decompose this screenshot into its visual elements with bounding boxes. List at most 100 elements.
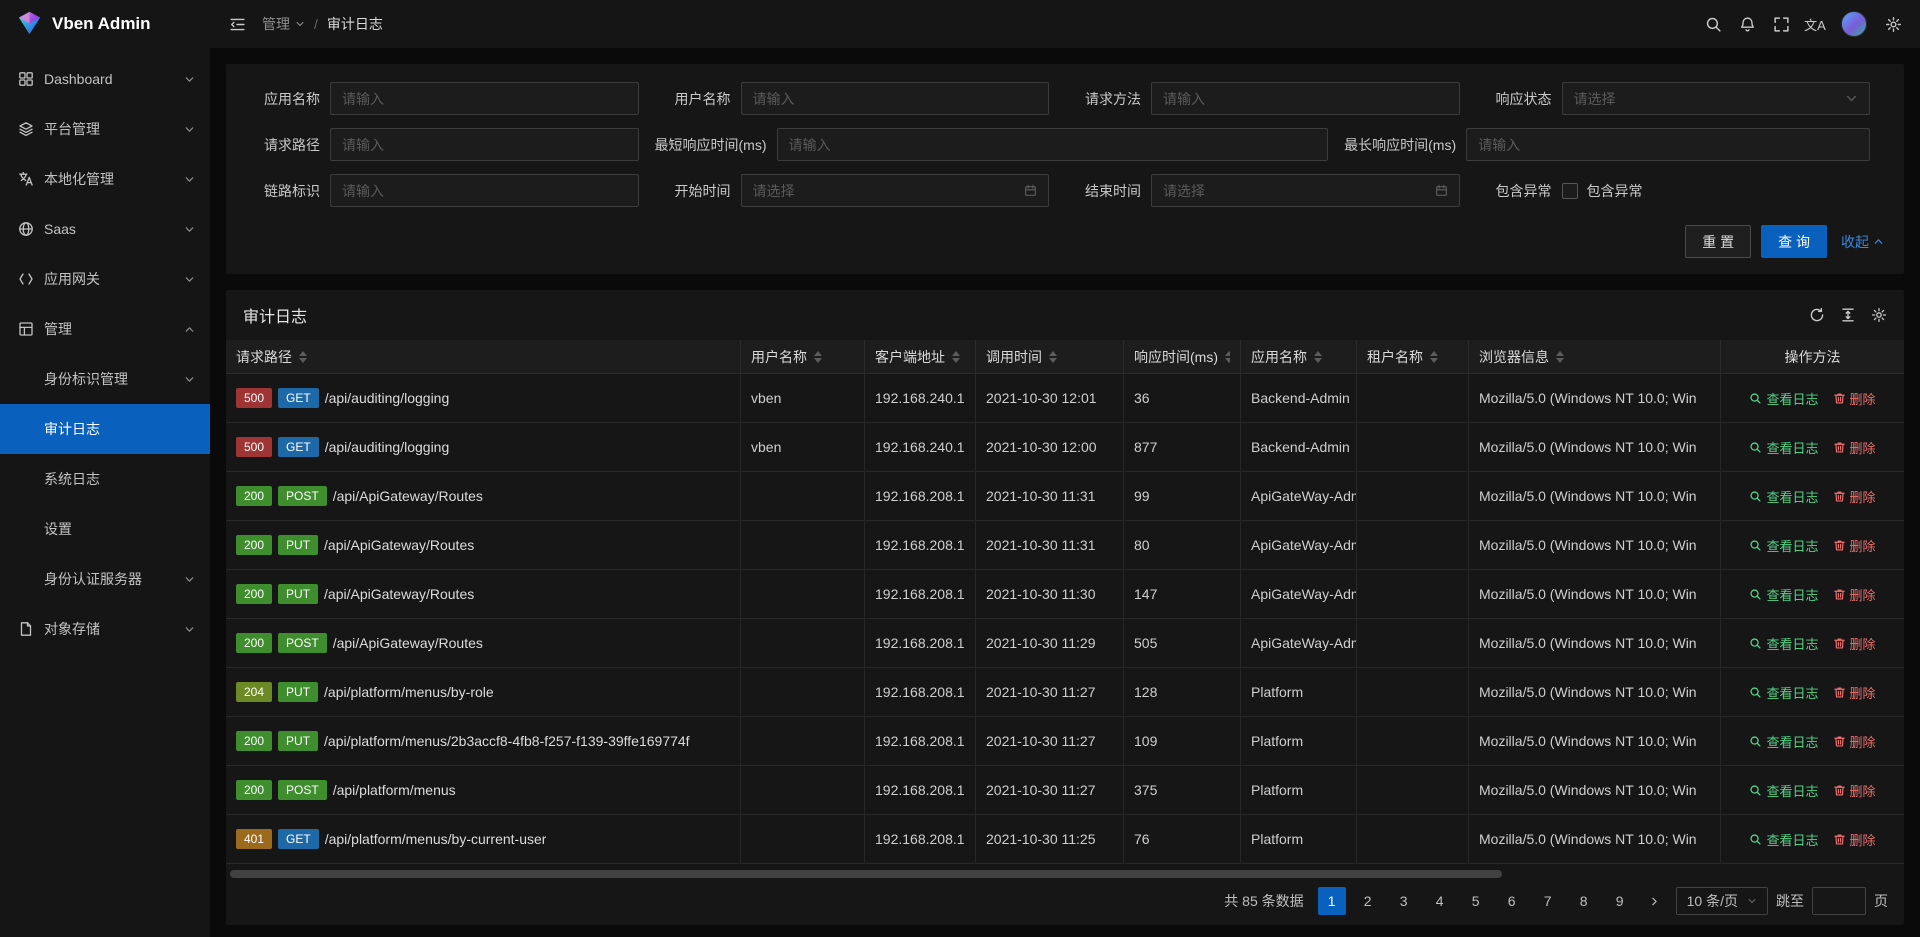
user-name-input[interactable] (753, 91, 1038, 107)
view-log-button[interactable]: 查看日志 (1749, 585, 1818, 604)
column-header[interactable]: 应用名称 (1241, 340, 1357, 374)
delete-button[interactable]: 删除 (1833, 732, 1876, 751)
sidebar-item-auth-server[interactable]: 身份认证服务器 (0, 554, 210, 604)
sidebar-item-audit-log[interactable]: 审计日志 (0, 404, 210, 454)
column-settings-icon[interactable] (1871, 307, 1887, 323)
view-log-button[interactable]: 查看日志 (1749, 487, 1818, 506)
delete-button[interactable]: 删除 (1833, 389, 1876, 408)
column-header[interactable]: 浏览器信息 (1469, 340, 1721, 374)
table-row[interactable]: 200POST/api/ApiGateway/Routes192.168.208… (226, 619, 1904, 668)
sidebar-item-management[interactable]: 管理 (0, 304, 210, 354)
view-log-button[interactable]: 查看日志 (1749, 732, 1818, 751)
column-header[interactable]: 用户名称 (741, 340, 865, 374)
translate-icon[interactable]: 文A (1798, 0, 1832, 48)
start-time-picker[interactable] (741, 174, 1050, 207)
sidebar-item-identity-management[interactable]: 身份标识管理 (0, 354, 210, 404)
table-row[interactable]: 204PUT/api/platform/menus/by-role192.168… (226, 668, 1904, 717)
collapse-link[interactable]: 收起 (1841, 232, 1884, 252)
delete-button[interactable]: 删除 (1833, 487, 1876, 506)
query-button[interactable]: 查 询 (1761, 225, 1827, 258)
sidebar-item-saas[interactable]: Saas (0, 204, 210, 254)
request-path-text: /api/platform/menus (333, 782, 456, 798)
page-button-4[interactable]: 4 (1426, 887, 1454, 915)
audit-log-table: 请求路径用户名称客户端地址调用时间响应时间(ms)应用名称租户名称浏览器信息操作… (226, 340, 1904, 864)
jump-page-input[interactable] (1812, 887, 1866, 915)
delete-button[interactable]: 删除 (1833, 781, 1876, 800)
next-page-button[interactable] (1642, 887, 1668, 915)
column-header[interactable]: 请求路径 (226, 340, 741, 374)
sidebar-item-settings[interactable]: 设置 (0, 504, 210, 554)
breadcrumb-parent[interactable]: 管理 (262, 14, 305, 34)
refresh-icon[interactable] (1809, 307, 1825, 323)
view-log-button[interactable]: 查看日志 (1749, 781, 1818, 800)
view-log-button[interactable]: 查看日志 (1749, 438, 1818, 457)
filter-field-user-name: 用户名称 (655, 82, 1066, 115)
delete-button[interactable]: 删除 (1833, 683, 1876, 702)
table-row[interactable]: 200PUT/api/ApiGateway/Routes192.168.208.… (226, 521, 1904, 570)
delete-button[interactable]: 删除 (1833, 536, 1876, 555)
delete-button[interactable]: 删除 (1833, 634, 1876, 653)
view-log-button[interactable]: 查看日志 (1749, 389, 1818, 408)
page-button-7[interactable]: 7 (1534, 887, 1562, 915)
browser-cell: Mozilla/5.0 (Windows NT 10.0; Win (1469, 374, 1721, 423)
chevron-down-icon (184, 274, 195, 285)
field-label: 链路标识 (244, 181, 330, 201)
table-row[interactable]: 200POST/api/ApiGateway/Routes192.168.208… (226, 472, 1904, 521)
tenant-cell (1357, 717, 1469, 766)
response-status-select[interactable] (1562, 82, 1871, 115)
min-response-time-input[interactable] (789, 137, 1317, 153)
table-row[interactable]: 500GET/api/auditing/loggingvben192.168.2… (226, 374, 1904, 423)
page-button-1[interactable]: 1 (1318, 887, 1346, 915)
delete-button[interactable]: 删除 (1833, 585, 1876, 604)
client-ip-cell: 192.168.240.1 (865, 423, 976, 472)
scrollbar-thumb[interactable] (230, 870, 1502, 878)
sidebar-item-platform-management[interactable]: 平台管理 (0, 104, 210, 154)
column-header[interactable]: 调用时间 (976, 340, 1124, 374)
column-header[interactable]: 客户端地址 (865, 340, 976, 374)
filter-field-end-time: 结束时间 (1065, 174, 1476, 207)
request-path-input[interactable] (342, 137, 627, 153)
view-log-button[interactable]: 查看日志 (1749, 830, 1818, 849)
sidebar-item-system-log[interactable]: 系统日志 (0, 454, 210, 504)
max-response-time-input[interactable] (1478, 137, 1858, 153)
delete-button[interactable]: 删除 (1833, 830, 1876, 849)
sidebar-item-dashboard[interactable]: Dashboard (0, 54, 210, 104)
table-row[interactable]: 401GET/api/platform/menus/by-current-use… (226, 815, 1904, 864)
page-button-2[interactable]: 2 (1354, 887, 1382, 915)
request-method-input[interactable] (1163, 91, 1448, 107)
reset-button[interactable]: 重 置 (1685, 225, 1751, 258)
app-name-input[interactable] (342, 91, 627, 107)
logo[interactable]: Vben Admin (0, 0, 210, 48)
view-log-button[interactable]: 查看日志 (1749, 536, 1818, 555)
table-row[interactable]: 200PUT/api/ApiGateway/Routes192.168.208.… (226, 570, 1904, 619)
fullscreen-icon[interactable] (1764, 0, 1798, 48)
column-header[interactable]: 响应时间(ms) (1124, 340, 1241, 374)
sidebar-item-localization-management[interactable]: 本地化管理 (0, 154, 210, 204)
page-button-5[interactable]: 5 (1462, 887, 1490, 915)
row-height-icon[interactable] (1840, 307, 1856, 323)
method-badge: GET (278, 829, 319, 849)
table-row[interactable]: 200PUT/api/platform/menus/2b3accf8-4fb8-… (226, 717, 1904, 766)
include-exception-checkbox[interactable] (1562, 183, 1578, 199)
page-button-9[interactable]: 9 (1606, 887, 1634, 915)
menu-fold-icon[interactable] (222, 0, 252, 48)
table-row[interactable]: 200POST/api/platform/menus192.168.208.12… (226, 766, 1904, 815)
column-header[interactable]: 租户名称 (1357, 340, 1469, 374)
view-log-button[interactable]: 查看日志 (1749, 634, 1818, 653)
search-icon[interactable] (1696, 0, 1730, 48)
page-button-3[interactable]: 3 (1390, 887, 1418, 915)
page-size-select[interactable]: 10 条/页 (1676, 887, 1768, 915)
view-log-button[interactable]: 查看日志 (1749, 683, 1818, 702)
sidebar-item-app-gateway[interactable]: 应用网关 (0, 254, 210, 304)
avatar[interactable] (1841, 11, 1867, 37)
table-row[interactable]: 500GET/api/auditing/loggingvben192.168.2… (226, 423, 1904, 472)
status-badge: 200 (236, 780, 272, 800)
trace-id-input[interactable] (342, 183, 627, 199)
end-time-picker[interactable] (1151, 174, 1460, 207)
sidebar-item-object-storage[interactable]: 对象存储 (0, 604, 210, 654)
delete-button[interactable]: 删除 (1833, 438, 1876, 457)
bell-icon[interactable] (1730, 0, 1764, 48)
page-button-8[interactable]: 8 (1570, 887, 1598, 915)
gear-icon[interactable] (1876, 0, 1910, 48)
page-button-6[interactable]: 6 (1498, 887, 1526, 915)
